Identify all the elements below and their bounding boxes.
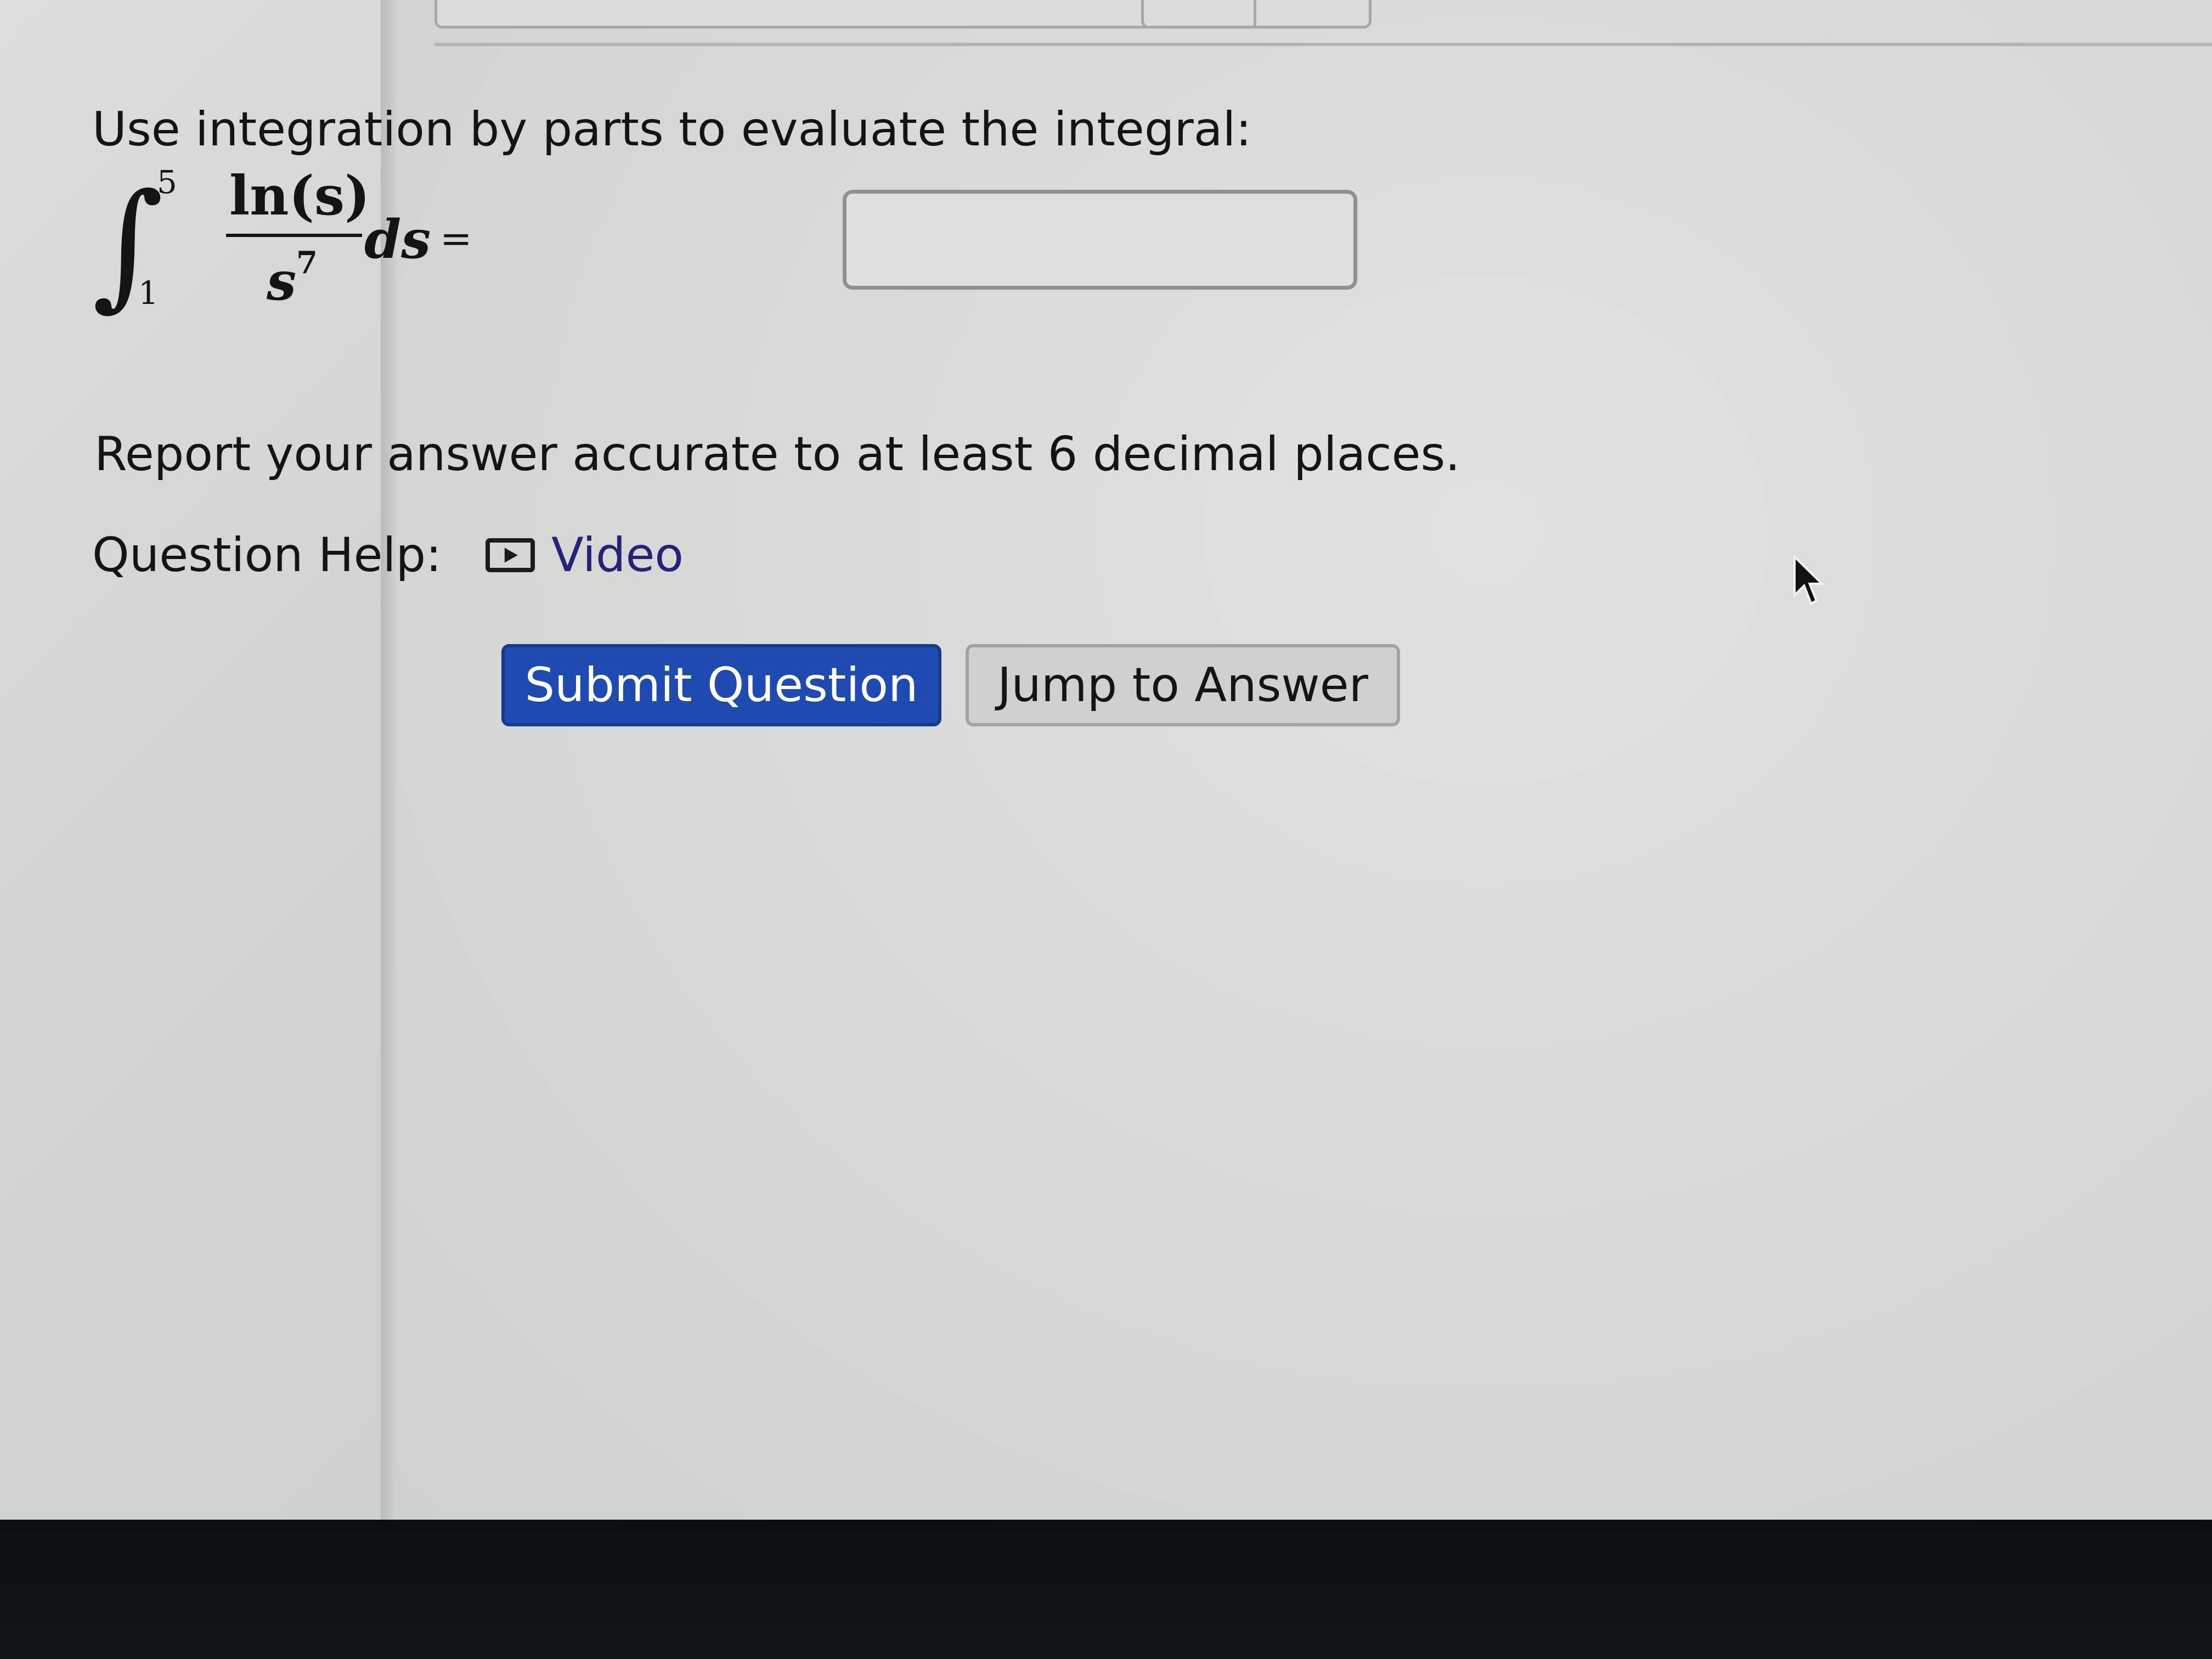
video-play-icon[interactable] — [486, 538, 535, 572]
question-help-label: Question Help: — [92, 528, 442, 583]
integral-differential: ds — [364, 208, 431, 270]
submit-question-button[interactable]: Submit Question — [501, 644, 941, 726]
integrand-numerator: ln(s) — [229, 165, 370, 228]
denominator-exponent: 7 — [296, 245, 318, 281]
denominator-base: s — [267, 250, 297, 312]
answer-input[interactable] — [843, 190, 1357, 290]
laptop-bezel — [0, 1520, 2212, 1659]
jump-to-answer-button[interactable]: Jump to Answer — [966, 644, 1400, 726]
header-divider — [435, 43, 2212, 46]
video-help-link[interactable]: Video — [486, 528, 684, 583]
integrand-denominator: s7 — [267, 245, 318, 312]
accuracy-instructions: Report your answer accurate to at least … — [94, 427, 1460, 482]
question-prompt: Use integration by parts to evaluate the… — [92, 102, 1252, 157]
top-field-small[interactable] — [1141, 0, 1372, 29]
question-help: Question Help: Video — [92, 528, 684, 583]
fraction-bar — [226, 234, 362, 237]
integral-expression: ∫ 5 1 ln(s) s7 ds = — [92, 159, 860, 324]
video-link-label[interactable]: Video — [551, 528, 684, 583]
integral-upper-limit: 5 — [157, 163, 177, 201]
integral-lower-limit: 1 — [138, 274, 159, 312]
top-field-wide[interactable] — [435, 0, 1153, 29]
mouse-pointer-icon — [1793, 554, 1825, 605]
equals-sign: = — [440, 216, 472, 261]
